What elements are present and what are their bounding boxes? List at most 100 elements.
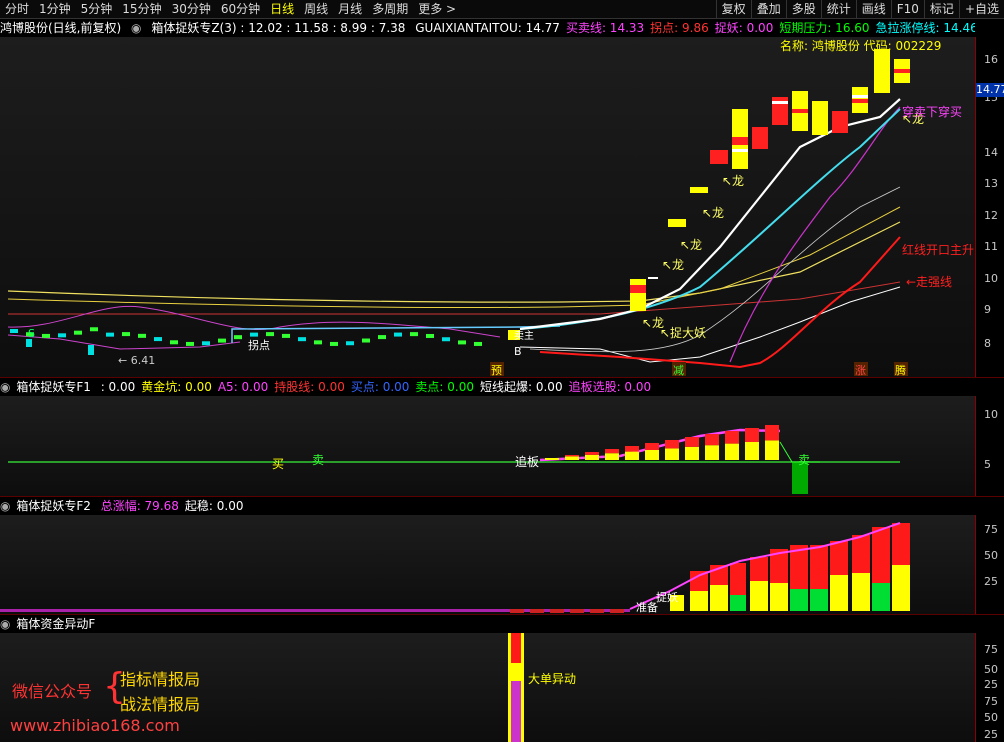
f2-bar <box>790 589 808 611</box>
axis-tick: 11 <box>984 240 998 253</box>
fund-panel-header: ◉ 箱体资金异动F <box>0 615 975 633</box>
main-kline-chart[interactable]: SB← 6.41拐点↖龙↖龙↖龙↖龙↖龙↖龙↖捉大妖穿卖下穿买红线开口主升←走强… <box>0 37 975 377</box>
f1-title[interactable]: 箱体捉妖专F1 <box>16 380 91 394</box>
main-field-1: 买卖线: 14.33 <box>565 21 645 35</box>
tool-button-5[interactable]: F10 <box>890 0 924 18</box>
small-candle <box>378 335 386 340</box>
panel-toggle-icon[interactable]: ◉ <box>0 499 10 513</box>
panel-toggle-icon[interactable]: ◉ <box>131 21 141 35</box>
wechat-account-2: 战法情报局 <box>120 695 201 714</box>
f2-red-bar <box>892 523 910 565</box>
fund-title[interactable]: 箱体资金异动F <box>16 617 95 631</box>
small-candle <box>42 333 50 338</box>
small-candle <box>186 341 194 346</box>
f1-chase-label: 追板 <box>515 454 539 469</box>
small-candle <box>202 341 210 346</box>
f2-bar <box>690 591 708 611</box>
tool-button-0[interactable]: 复权 <box>715 0 751 18</box>
tool-button-7[interactable]: +自选 <box>958 0 1004 18</box>
dragon-label: ↖龙 <box>680 238 702 252</box>
f2-red-bar <box>872 527 890 583</box>
f1-yellow-bar <box>645 450 659 460</box>
wechat-label: 微信公众号 <box>12 682 93 701</box>
axis-tick: 13 <box>984 177 998 190</box>
axis-tick: 75 <box>984 523 998 536</box>
kline-candle <box>832 111 848 133</box>
period-tab-2[interactable]: 5分钟 <box>76 0 118 18</box>
f2-small-red <box>530 609 544 613</box>
indicator-name[interactable]: 箱体捉妖专Z(3) <box>151 21 236 35</box>
f1-red-bar <box>585 452 599 455</box>
small-candle <box>458 340 466 345</box>
f2-small-red <box>610 609 624 613</box>
f1-yellow-bar <box>545 458 559 460</box>
period-tab-9[interactable]: 多周期 <box>367 0 413 18</box>
period-tab-1[interactable]: 1分钟 <box>34 0 76 18</box>
axis-tick: 75 <box>984 643 998 656</box>
small-candle <box>250 332 258 337</box>
guaidian-label: 拐点 <box>248 338 270 352</box>
tool-button-3[interactable]: 统计 <box>820 0 856 18</box>
f1-red-bar <box>685 437 699 447</box>
f2-panel-header: ◉ 箱体捉妖专F2 总涨幅: 79.68 起稳: 0.00 <box>0 497 975 515</box>
period-tab-7[interactable]: 周线 <box>299 0 333 18</box>
period-tab-0[interactable]: 分时 <box>0 0 34 18</box>
f1-field-0: : 0.00 <box>100 380 136 394</box>
small-candle <box>282 333 290 338</box>
tool-button-4[interactable]: 画线 <box>855 0 891 18</box>
f2-red-bar <box>810 545 828 589</box>
website-link[interactable]: www.zhibiao168.com <box>10 716 180 735</box>
f2-bar <box>730 595 746 611</box>
f1-chart[interactable]: 买 卖 追板 卖 <box>0 396 975 496</box>
right-tools: 复权 叠加 多股 统计 画线 F10 标记 +自选 <box>715 0 1004 18</box>
f1-yellow-bar <box>685 446 699 460</box>
period-tab-10[interactable]: 更多 > <box>413 0 461 18</box>
f1-yellow-bar <box>665 448 679 460</box>
period-tab-4[interactable]: 30分钟 <box>167 0 216 18</box>
f1-red-bar <box>765 425 779 441</box>
tool-button-6[interactable]: 标记 <box>923 0 959 18</box>
gold-ma-line <box>7 206 901 309</box>
f2-bar <box>872 583 890 611</box>
axis-tick: 50 <box>984 663 998 676</box>
f2-red-bar <box>730 563 746 595</box>
period-tab-6[interactable]: 日线 <box>265 0 299 18</box>
f1-yellow-bar <box>765 440 779 460</box>
f1-red-bar <box>625 446 639 452</box>
f1-field-5: 卖点: 0.00 <box>415 380 474 394</box>
main-field-4: 短期压力: 16.60 <box>779 21 870 35</box>
zouqiang-label: ←走强线 <box>906 275 952 289</box>
period-tab-3[interactable]: 15分钟 <box>117 0 166 18</box>
fund-red-top <box>511 633 521 663</box>
fund-big-order-label: 大单异动 <box>528 672 576 686</box>
f1-field-1: 黄金坑: 0.00 <box>141 380 212 394</box>
small-candle <box>298 337 306 342</box>
tool-button-2[interactable]: 多股 <box>785 0 821 18</box>
zhuoyao-label: ↖捉大妖 <box>660 325 706 340</box>
f2-chart[interactable]: 准备捉妖 <box>0 515 975 614</box>
panel-toggle-icon[interactable]: ◉ <box>0 617 10 631</box>
fund-axis: 75 50 25 75 50 25 <box>975 633 1004 742</box>
small-candle <box>138 333 146 338</box>
kline-candle <box>630 279 646 311</box>
tool-button-1[interactable]: 叠加 <box>750 0 786 18</box>
f1-panel-header: ◉ 箱体捉妖专F1 : 0.00 黄金坑: 0.00 A5: 0.00 持股线: 0.… <box>0 378 975 396</box>
panel-toggle-icon[interactable]: ◉ <box>0 380 10 394</box>
f2-field-0: 总涨幅: 79.68 <box>100 499 179 513</box>
f1-buy-label: 买 <box>272 457 284 471</box>
kline-candle <box>668 219 686 227</box>
f1-yellow-bar <box>565 456 579 460</box>
axis-tick: 50 <box>984 549 998 562</box>
f2-bar <box>770 583 788 611</box>
f1-field-3: 持股线: 0.00 <box>274 380 345 394</box>
period-tab-5[interactable]: 60分钟 <box>216 0 265 18</box>
f2-bar <box>710 585 728 611</box>
f2-title[interactable]: 箱体捉妖专F2 <box>16 499 91 513</box>
small-candle <box>154 337 162 342</box>
f1-red-bar <box>665 440 679 449</box>
jian-mark: 卖主 <box>514 330 534 342</box>
small-candle <box>410 332 418 337</box>
f1-yellow-bar <box>585 454 599 460</box>
f1-red-bar <box>565 455 579 457</box>
period-tab-8[interactable]: 月线 <box>333 0 367 18</box>
